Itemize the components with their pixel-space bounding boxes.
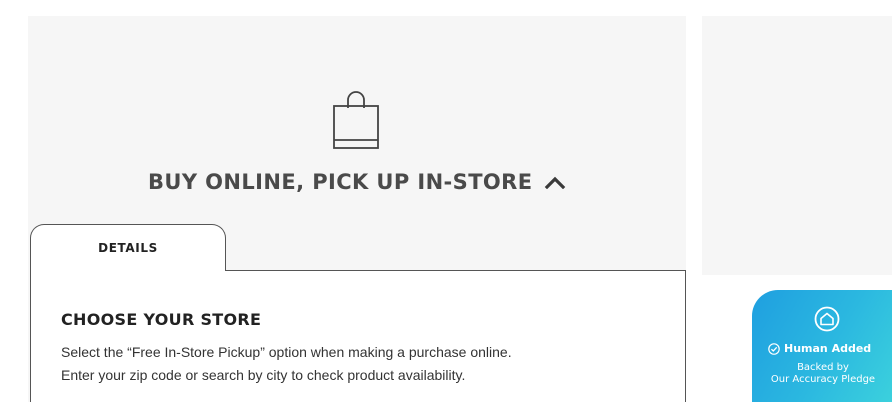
tab-divider [226,270,686,271]
check-circle-icon [768,342,780,355]
side-panel [702,16,892,275]
details-content: CHOOSE YOUR STORE Select the “Free In-St… [30,270,686,402]
tab-details-label: DETAILS [98,241,158,255]
home-shield-icon [814,306,840,332]
chevron-up-icon [545,176,566,189]
badge-title: Human Added [768,342,871,355]
bopis-toggle[interactable]: BUY ONLINE, PICK UP IN-STORE [148,170,566,194]
badge-title-text: Human Added [784,342,872,355]
tab-details[interactable]: DETAILS [30,224,226,271]
choose-store-heading: CHOOSE YOUR STORE [61,310,262,329]
store-instructions-line-2: Enter your zip code or search by city to… [61,367,466,383]
badge-subtitle-2: Our Accuracy Pledge [770,374,876,385]
badge-subtitle-1: Backed by [797,362,849,373]
shopping-bag-icon [333,91,379,149]
page: BUY ONLINE, PICK UP IN-STORE DETAILS CHO… [0,0,892,402]
bopis-title-text: BUY ONLINE, PICK UP IN-STORE [148,170,533,194]
human-added-badge[interactable]: Human Added Backed by Our Accuracy Pledg… [752,290,892,402]
store-instructions-line-1: Select the “Free In-Store Pickup” option… [61,344,512,360]
